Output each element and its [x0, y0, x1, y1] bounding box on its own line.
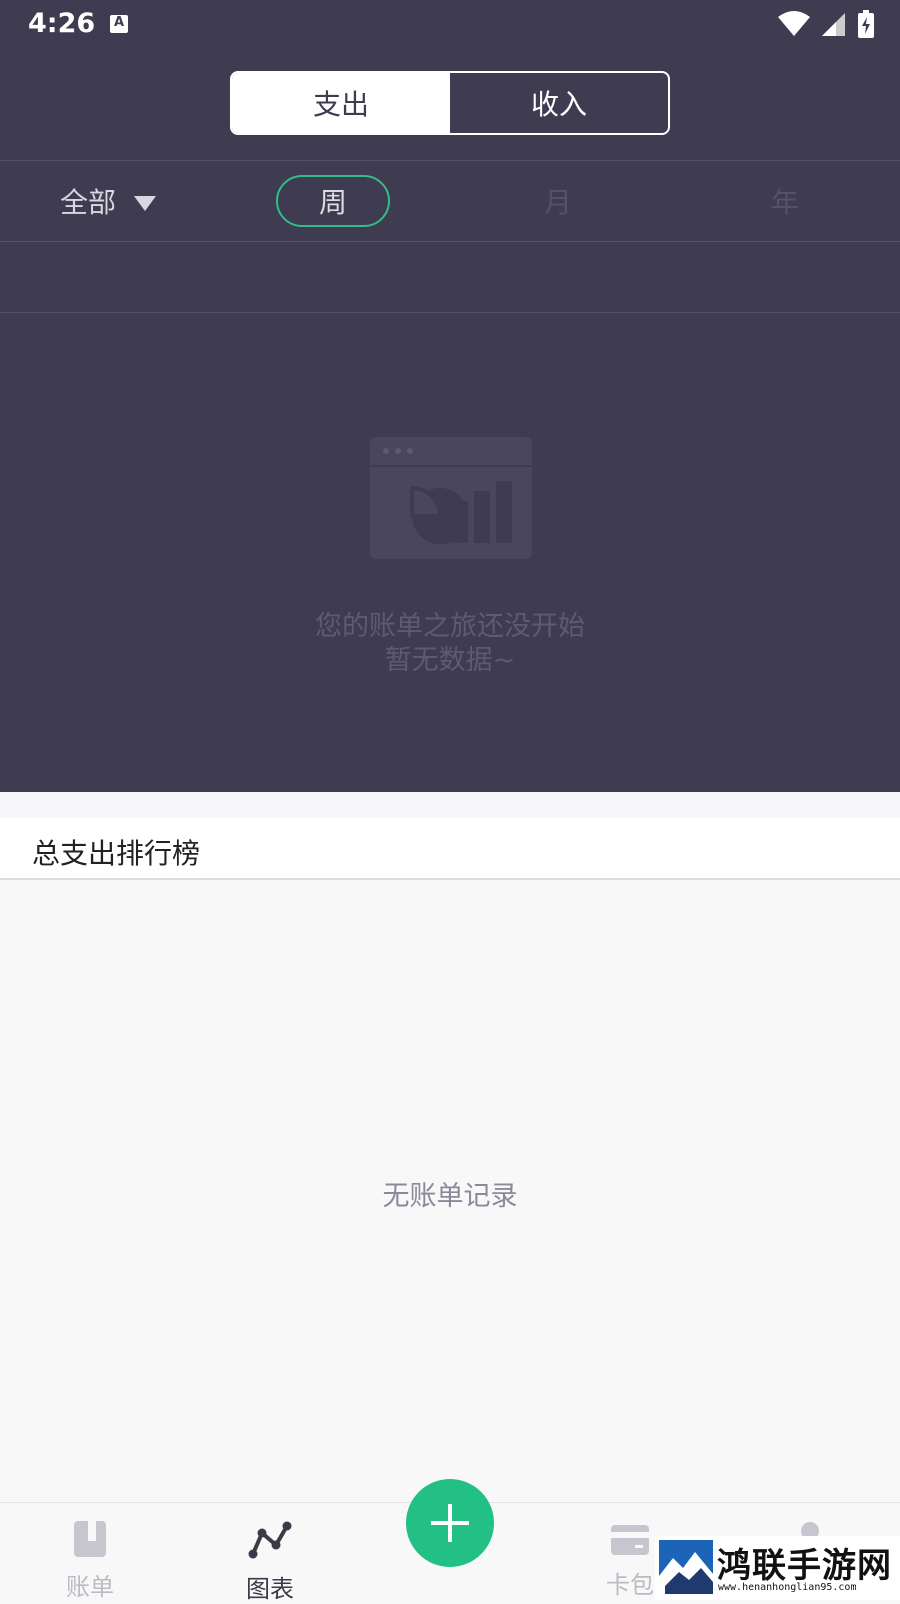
empty-chart-icon: [370, 437, 532, 559]
tab-label: 图表: [246, 1575, 294, 1603]
watermark: 鸿联手游网 www.henanhonglian95.com: [655, 1536, 900, 1600]
category-dropdown[interactable]: 全部: [60, 181, 157, 221]
card-icon: [611, 1525, 649, 1555]
tab-label: 账单: [66, 1573, 114, 1601]
chevron-down-icon: [134, 195, 157, 211]
tab-bills[interactable]: 账单: [40, 1521, 140, 1602]
period-week-button[interactable]: 周: [276, 175, 390, 227]
period-month-button[interactable]: 月: [501, 175, 615, 227]
tab-charts[interactable]: 图表: [220, 1521, 320, 1604]
divider: [0, 312, 900, 313]
ranking-header: 总支出排行榜: [0, 818, 900, 880]
expense-tab[interactable]: 支出: [232, 73, 450, 133]
status-bar: 4:26 A: [0, 0, 900, 50]
no-record-text: 无账单记录: [382, 1181, 518, 1212]
book-icon: [74, 1521, 106, 1557]
battery-icon: [858, 10, 874, 38]
watermark-title: 鸿联手游网: [717, 1546, 892, 1586]
expense-income-toggle: 支出 收入: [230, 71, 670, 135]
category-label: 全部: [60, 186, 117, 219]
signal-icon: [822, 13, 845, 36]
period-year-button[interactable]: 年: [728, 175, 842, 227]
add-record-button[interactable]: [406, 1479, 494, 1567]
ranking-title: 总支出排行榜: [32, 837, 201, 870]
income-tab[interactable]: 收入: [450, 73, 668, 133]
watermark-logo-icon: [659, 1540, 713, 1594]
divider: [0, 241, 900, 242]
status-time: 4:26: [28, 8, 96, 39]
plus-icon: [431, 1504, 469, 1542]
empty-message-line2: 暂无数据~: [384, 645, 516, 676]
wifi-icon: [778, 11, 810, 36]
notification-icon: A: [110, 15, 128, 33]
header-panel: 4:26 A 支出 收入 全部 周 月 年 您的账单之旅还没开始 暂无数据~: [0, 0, 900, 792]
section-gap: [0, 792, 900, 818]
watermark-url: www.henanhonglian95.com: [718, 1582, 857, 1593]
chart-line-icon: [248, 1521, 292, 1559]
divider: [0, 160, 900, 161]
